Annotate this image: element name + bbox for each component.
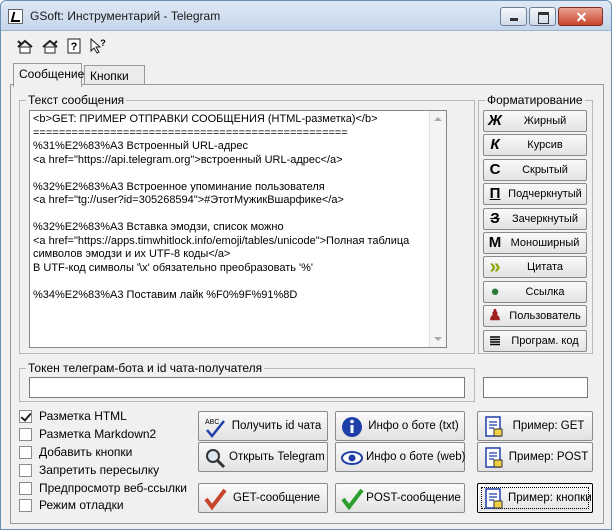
magnifier-icon: [203, 446, 227, 470]
example-post-button[interactable]: Пример: POST: [477, 442, 593, 472]
strikethrough-button[interactable]: З Зачеркнутый: [483, 208, 587, 230]
spoiler-button[interactable]: С Скрытый: [483, 159, 587, 181]
user-mention-button[interactable]: ♟ Пользователь: [483, 305, 587, 327]
svg-text:ABC: ABC: [205, 419, 219, 426]
scroll-down-icon[interactable]: [434, 337, 442, 341]
document-example-icon: [482, 487, 506, 511]
example-get-button[interactable]: Пример: GET: [477, 411, 593, 441]
chat-id-input[interactable]: [483, 377, 588, 398]
message-text-area[interactable]: <b>GET: ПРИМЕР ОТПРАВКИ СООБЩЕНИЯ (HTML-…: [29, 110, 447, 348]
export-icon[interactable]: [16, 37, 34, 55]
message-scrollbar[interactable]: [429, 111, 446, 347]
spoiler-icon: С: [489, 161, 501, 178]
formatting-group-label: Форматирование: [485, 93, 585, 107]
example-buttons-button[interactable]: Пример: кнопки: [477, 483, 593, 513]
option-link-preview-checkbox[interactable]: [19, 482, 32, 495]
spellcheck-icon: ABC: [203, 415, 227, 439]
italic-icon: К: [490, 136, 500, 153]
tab-message[interactable]: Сообщение: [13, 63, 84, 87]
option-html-markup-checkbox[interactable]: [19, 410, 32, 423]
app-window: GSoft: Инструментарий - Telegram ? ? Соо…: [0, 0, 612, 530]
users-icon: ♟: [488, 307, 502, 324]
quote-button[interactable]: » Цитата: [483, 256, 587, 278]
import-icon[interactable]: [41, 37, 59, 55]
document-example-icon: [482, 446, 506, 470]
window-title: GSoft: Инструментарий - Telegram: [30, 9, 221, 23]
monospace-button[interactable]: М Моноширный: [483, 232, 587, 254]
token-group-label: Токен телеграм-бота и id чата-получателя: [26, 361, 265, 375]
option-disable-forwarding-checkbox[interactable]: [19, 464, 32, 477]
monospace-icon: М: [488, 234, 502, 251]
underline-icon: П: [489, 185, 501, 202]
option-debug-mode-checkbox[interactable]: [19, 499, 32, 512]
toolbar: ? ?: [1, 31, 611, 59]
green-check-icon: [340, 487, 364, 511]
title-bar[interactable]: GSoft: Инструментарий - Telegram: [1, 1, 611, 31]
svg-text:?: ?: [100, 38, 106, 48]
token-input[interactable]: [29, 377, 465, 398]
maximize-button[interactable]: [529, 7, 556, 26]
italic-button[interactable]: К Курсив: [483, 134, 587, 156]
info-icon: [340, 415, 364, 439]
option-add-buttons-checkbox[interactable]: [19, 446, 32, 459]
svg-text:?: ?: [71, 41, 78, 53]
underline-button[interactable]: П Подчеркнутый: [483, 183, 587, 205]
code-icon: ≣: [488, 332, 502, 349]
strikethrough-icon: З: [490, 210, 500, 227]
quote-icon: »: [489, 256, 501, 278]
option-markdown2-checkbox[interactable]: [19, 428, 32, 441]
whats-this-icon[interactable]: ?: [89, 37, 107, 55]
get-message-button[interactable]: GET-сообщение: [198, 483, 328, 513]
open-telegram-button[interactable]: Открыть Telegram: [198, 442, 328, 472]
help-icon[interactable]: ?: [65, 37, 83, 55]
tab-buttons[interactable]: Кнопки: [84, 65, 145, 85]
eye-icon: [340, 446, 364, 470]
bold-icon: Ж: [488, 112, 502, 129]
scroll-up-icon[interactable]: [434, 117, 442, 121]
message-group-label: Текст сообщения: [26, 93, 127, 107]
get-chat-id-button[interactable]: ABC Получить id чата: [198, 411, 328, 441]
code-button[interactable]: ≣ Програм. код: [483, 330, 587, 352]
bold-button[interactable]: Ж Жирный: [483, 110, 587, 132]
post-message-button[interactable]: POST-сообщение: [335, 483, 465, 513]
close-button[interactable]: [558, 7, 603, 26]
bot-info-web-button[interactable]: Инфо о боте (web): [335, 442, 465, 472]
link-button[interactable]: ● Ссылка: [483, 281, 587, 303]
globe-link-icon: ●: [490, 283, 500, 300]
app-logo-icon: [8, 9, 23, 24]
message-text: <b>GET: ПРИМЕР ОТПРАВКИ СООБЩЕНИЯ (HTML-…: [33, 113, 410, 301]
minimize-button[interactable]: [500, 7, 527, 26]
document-example-icon: [482, 415, 506, 439]
red-check-icon: [203, 487, 227, 511]
bot-info-txt-button[interactable]: Инфо о боте (txt): [335, 411, 465, 441]
